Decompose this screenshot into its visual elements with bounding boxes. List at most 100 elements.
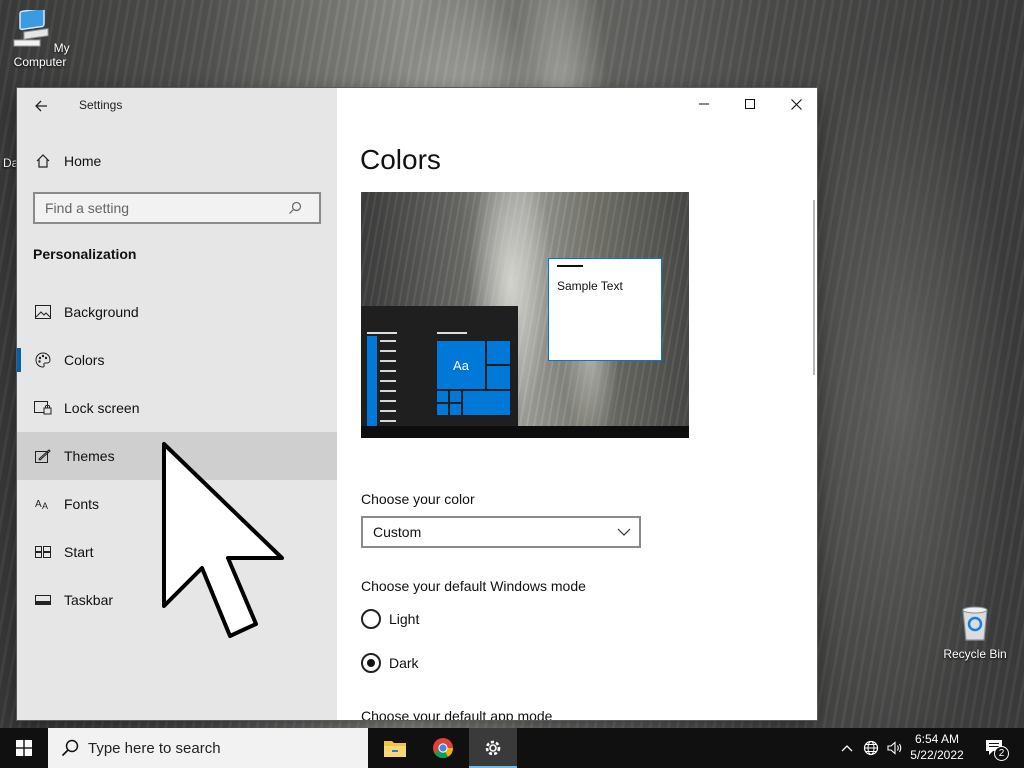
taskbar-clock[interactable]: 6:54 AM 5/22/2022 bbox=[902, 731, 972, 763]
taskbar-search-input[interactable] bbox=[88, 739, 338, 757]
file-explorer-icon bbox=[384, 741, 406, 757]
start-icon bbox=[33, 542, 53, 562]
preview-list-square bbox=[367, 346, 377, 356]
partial-desktop-icon[interactable]: Da bbox=[0, 156, 18, 170]
sidebar-item-label: Colors bbox=[64, 352, 105, 368]
radio-label: Light bbox=[389, 611, 420, 627]
notification-badge: 2 bbox=[994, 746, 1009, 761]
preview-tile bbox=[486, 365, 511, 390]
taskbar-file-explorer[interactable] bbox=[371, 728, 419, 768]
sidebar-item-label: Taskbar bbox=[64, 592, 114, 608]
preview-tile bbox=[462, 390, 511, 416]
back-arrow-icon bbox=[35, 100, 47, 112]
content-scrollbar[interactable] bbox=[813, 200, 815, 375]
preview-list-square bbox=[367, 366, 377, 376]
preview-sample-text: Sample Text bbox=[557, 279, 623, 293]
my-computer-desktop-icon[interactable]: My Computer bbox=[0, 7, 80, 69]
windows-mode-dark[interactable]: Dark bbox=[361, 653, 419, 673]
sidebar-item-background[interactable]: Background bbox=[17, 288, 337, 336]
preview-list-square bbox=[367, 416, 377, 426]
preview-list-line bbox=[380, 390, 396, 392]
preview-list-square bbox=[367, 396, 377, 406]
windows-mode-label: Choose your default Windows mode bbox=[361, 578, 586, 594]
window-title: Settings bbox=[79, 98, 123, 112]
mouse-cursor-icon bbox=[162, 442, 284, 638]
preview-tile bbox=[436, 390, 449, 403]
radio-button-checked[interactable] bbox=[361, 653, 381, 673]
sidebar-item-label: Fonts bbox=[64, 496, 100, 512]
back-button[interactable] bbox=[29, 94, 53, 118]
clock-date: 5/22/2022 bbox=[910, 748, 964, 762]
palette-icon bbox=[33, 350, 53, 370]
preview-list-square bbox=[367, 336, 377, 346]
preview-list-square bbox=[367, 386, 377, 396]
speaker-icon bbox=[887, 741, 902, 755]
preview-tile bbox=[449, 390, 462, 403]
app-mode-label: Choose your default app mode bbox=[361, 708, 553, 720]
taskbar-chrome[interactable] bbox=[419, 728, 467, 768]
maximize-button[interactable] bbox=[727, 88, 773, 120]
chevron-up-icon bbox=[841, 745, 853, 752]
network-button[interactable] bbox=[860, 728, 882, 768]
page-title: Colors bbox=[360, 144, 441, 175]
find-setting-search[interactable] bbox=[33, 192, 321, 224]
lock-screen-icon bbox=[33, 398, 53, 418]
clock-time: 6:54 AM bbox=[914, 732, 960, 746]
preview-list-line bbox=[380, 400, 396, 402]
chevron-down-icon bbox=[617, 528, 631, 536]
close-button[interactable] bbox=[773, 88, 817, 120]
partial-desktop-icon-label: Da bbox=[3, 156, 18, 170]
preview-tile-aa: Aa bbox=[436, 340, 486, 390]
sidebar-item-label: Home bbox=[64, 153, 102, 169]
recycle-bin-label: Recycle Bin bbox=[943, 647, 1007, 661]
preview-window: Sample Text bbox=[548, 258, 662, 361]
preview-tile bbox=[486, 340, 511, 365]
radio-button[interactable] bbox=[361, 609, 381, 629]
preview-list-line bbox=[380, 370, 396, 372]
windows-mode-light[interactable]: Light bbox=[361, 609, 419, 629]
minimize-button[interactable] bbox=[681, 88, 727, 120]
show-hidden-icons-button[interactable] bbox=[836, 728, 858, 768]
start-button[interactable] bbox=[0, 728, 48, 768]
preview-header-line bbox=[437, 332, 467, 334]
recycle-bin-desktop-icon[interactable]: Recycle Bin bbox=[935, 602, 1015, 661]
choose-color-dropdown[interactable]: Custom bbox=[361, 516, 641, 548]
preview-taskbar bbox=[361, 426, 689, 438]
search-icon bbox=[285, 198, 305, 218]
settings-window: Settings Home Personalization Background bbox=[17, 88, 817, 720]
preview-header-line bbox=[367, 332, 397, 334]
settings-icon bbox=[485, 740, 501, 756]
section-label-personalization: Personalization bbox=[33, 246, 137, 262]
recycle-bin-icon bbox=[962, 606, 988, 641]
preview-list-square bbox=[367, 376, 377, 386]
find-setting-input[interactable] bbox=[35, 200, 285, 216]
computer-icon bbox=[13, 7, 49, 47]
settings-content: Colors Aa Sample Text Choose your color … bbox=[337, 88, 817, 720]
picture-icon bbox=[33, 302, 53, 322]
preview-start-menu: Aa bbox=[361, 306, 518, 426]
maximize-icon bbox=[745, 99, 755, 109]
fonts-icon: AA bbox=[33, 494, 53, 514]
color-preview: Aa Sample Text bbox=[361, 192, 689, 438]
preview-tile bbox=[449, 403, 462, 416]
preview-list-line bbox=[380, 340, 396, 342]
preview-list-line bbox=[380, 360, 396, 362]
preview-window-bar bbox=[557, 265, 583, 267]
choose-color-value: Custom bbox=[373, 524, 422, 540]
choose-color-label: Choose your color bbox=[361, 491, 475, 507]
sidebar-item-home[interactable]: Home bbox=[17, 137, 337, 185]
windows-logo-icon bbox=[16, 740, 32, 756]
radio-label: Dark bbox=[389, 655, 419, 671]
sidebar-item-colors[interactable]: Colors bbox=[17, 336, 337, 384]
home-icon bbox=[33, 151, 53, 171]
search-icon bbox=[60, 738, 80, 758]
sidebar-item-label: Themes bbox=[64, 448, 115, 464]
svg-text:A: A bbox=[35, 499, 42, 510]
sidebar-item-label: Lock screen bbox=[64, 400, 140, 416]
taskbar-settings[interactable] bbox=[469, 728, 517, 768]
preview-tile bbox=[436, 403, 449, 416]
notification-center-button[interactable]: 2 bbox=[980, 728, 1010, 768]
taskbar-search-box[interactable] bbox=[48, 728, 368, 768]
preview-list-square bbox=[367, 356, 377, 366]
sidebar-item-lock-screen[interactable]: Lock screen bbox=[17, 384, 337, 432]
